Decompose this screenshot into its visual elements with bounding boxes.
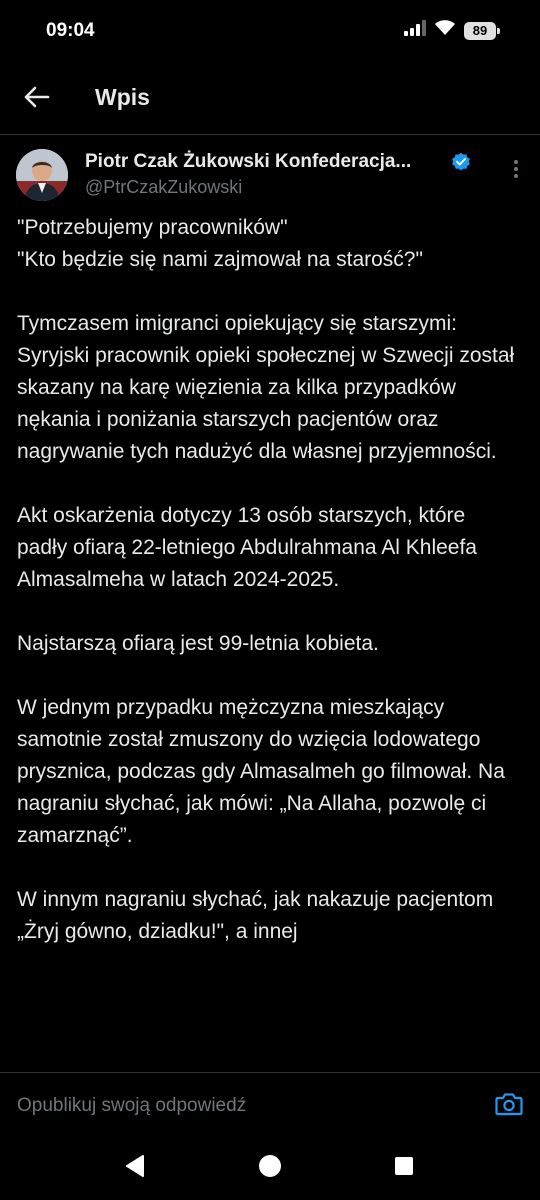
status-bar: 09:04 89	[0, 0, 540, 64]
post-paragraph: Tymczasem imigranci opiekujący się stars…	[17, 312, 515, 463]
recents-square-icon	[394, 1156, 414, 1181]
status-icons: 89	[404, 20, 500, 41]
author-handle[interactable]: @PtrCzakZukowski	[85, 177, 242, 198]
back-triangle-icon	[124, 1154, 146, 1183]
status-time: 09:04	[46, 20, 95, 41]
verified-badge-icon	[451, 152, 471, 172]
page-title: Wpis	[95, 84, 150, 110]
more-options-button[interactable]	[504, 159, 528, 183]
post-paragraph: "Potrzebujemy pracowników" "Kto będzie s…	[17, 216, 423, 271]
post-paragraph: Najstarszą ofiarą jest 99-letnia kobieta…	[17, 632, 379, 655]
reply-bar: Opublikuj swoją odpowiedź	[0, 1072, 540, 1137]
post-paragraph: Akt oskarżenia dotyczy 13 osób starszych…	[17, 504, 477, 591]
avatar[interactable]	[16, 149, 68, 201]
wifi-icon	[434, 20, 456, 41]
camera-button[interactable]	[494, 1091, 524, 1121]
post-paragraph: W innym nagraniu słychać, jak nakazuje p…	[17, 888, 494, 943]
arrow-left-icon	[24, 86, 50, 113]
back-button[interactable]	[14, 76, 60, 122]
post-text: "Potrzebujemy pracowników" "Kto będzie s…	[17, 212, 517, 1070]
reply-input[interactable]: Opublikuj swoją odpowiedź	[17, 1095, 246, 1117]
camera-icon	[495, 1092, 523, 1121]
more-vertical-icon	[513, 159, 519, 184]
battery-icon: 89	[464, 21, 500, 40]
nav-home-button[interactable]	[254, 1152, 286, 1184]
nav-recents-button[interactable]	[388, 1152, 420, 1184]
post-author-row: Piotr Czak Żukowski Konfederacja... @Ptr…	[0, 135, 540, 205]
author-display-name[interactable]: Piotr Czak Żukowski Konfederacja...	[85, 151, 411, 173]
nav-back-button[interactable]	[119, 1152, 151, 1184]
post-paragraph: W jednym przypadku mężczyzna mieszkający…	[17, 696, 505, 847]
home-circle-icon	[258, 1154, 282, 1183]
top-header: Wpis	[0, 64, 540, 135]
system-nav-bar	[0, 1136, 540, 1200]
signal-icon	[404, 20, 426, 41]
